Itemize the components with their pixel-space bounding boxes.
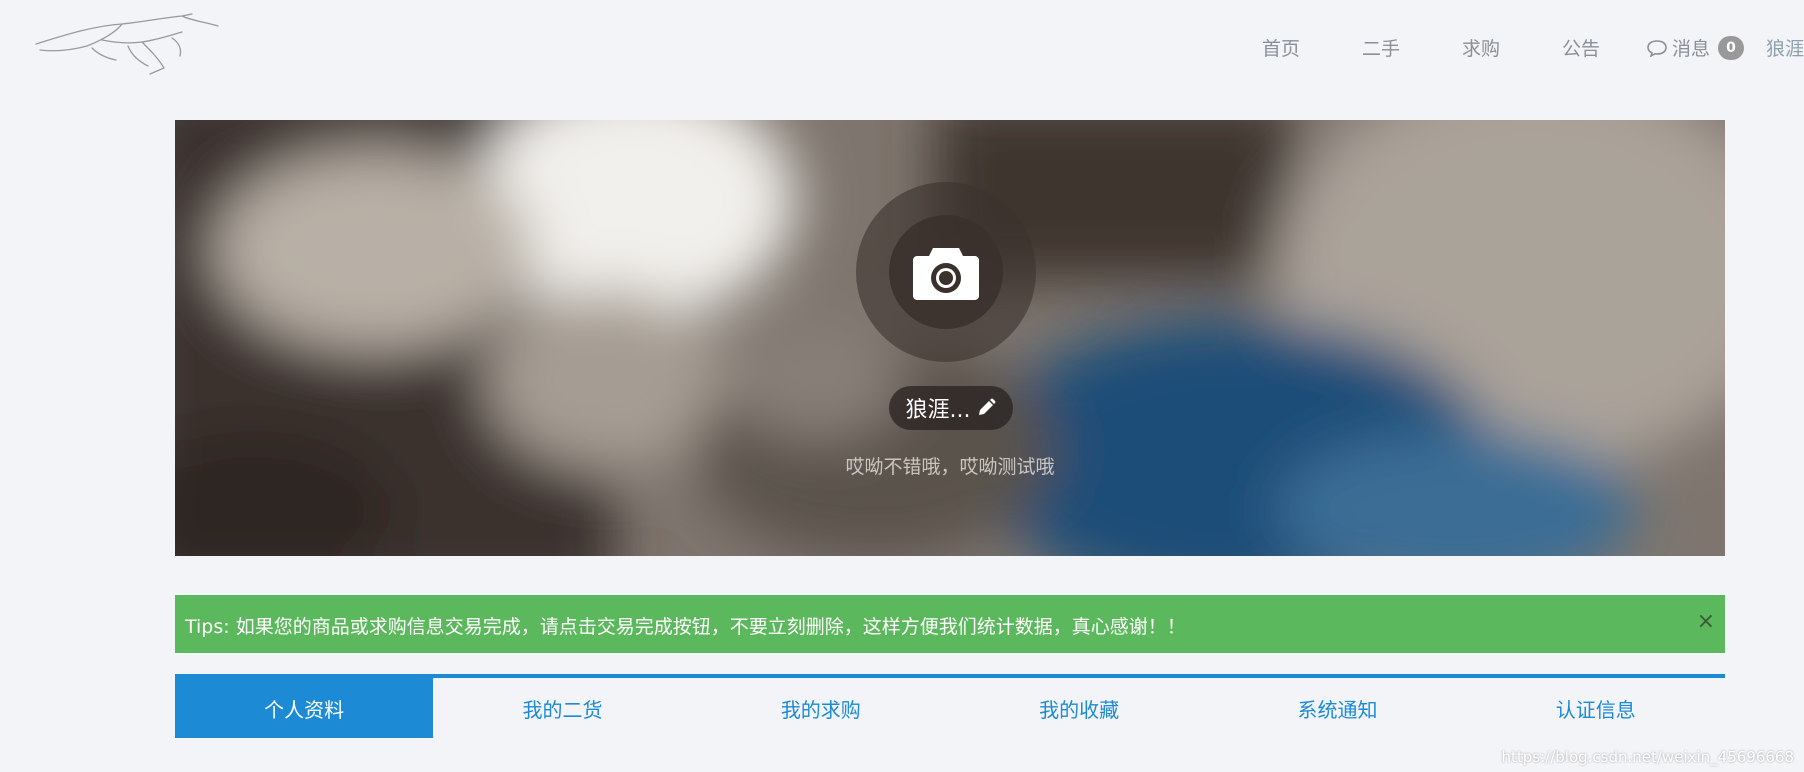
tab-profile[interactable]: 个人资料 xyxy=(175,678,434,738)
tab-my-items[interactable]: 我的二货 xyxy=(433,678,691,738)
messages-count-badge: 0 xyxy=(1718,35,1745,60)
profile-banner: 狼涯... 哎呦不错哦，哎呦测试哦 xyxy=(175,120,1725,556)
user-signature: 哎呦不错哦，哎呦测试哦 xyxy=(845,456,1055,478)
camera-icon xyxy=(913,248,979,300)
nav-wanted[interactable]: 求购 xyxy=(1462,34,1500,61)
nav-messages[interactable]: 消息 0 xyxy=(1646,34,1745,61)
avatar-upload-button[interactable] xyxy=(889,215,1003,329)
tab-system-notice[interactable]: 系统通知 xyxy=(1208,678,1466,738)
nav-announcement[interactable]: 公告 xyxy=(1562,34,1600,61)
pencil-icon xyxy=(979,398,996,415)
nav-second-hand[interactable]: 二手 xyxy=(1362,34,1400,61)
logo[interactable] xyxy=(32,12,222,82)
tab-my-favorites[interactable]: 我的收藏 xyxy=(950,678,1208,738)
watermark: https://blog.csdn.net/weixin_45696668 xyxy=(1501,748,1794,766)
tips-text: Tips: 如果您的商品或求购信息交易完成，请点击交易完成按钮，不要立刻删除，这… xyxy=(185,616,1186,638)
username: 狼涯... xyxy=(905,398,971,423)
profile-tabs: 个人资料 我的二货 我的求购 我的收藏 系统通知 认证信息 xyxy=(175,674,1725,738)
messages-label: 消息 xyxy=(1672,38,1711,60)
close-icon[interactable]: × xyxy=(1697,609,1715,634)
nav-home[interactable]: 首页 xyxy=(1262,34,1300,61)
nav-user[interactable]: 狼涯. xyxy=(1766,34,1804,61)
tab-my-wanted[interactable]: 我的求购 xyxy=(692,678,950,738)
tab-verification[interactable]: 认证信息 xyxy=(1467,678,1725,738)
tips-alert: Tips: 如果您的商品或求购信息交易完成，请点击交易完成按钮，不要立刻删除，这… xyxy=(175,595,1725,653)
chat-bubble-icon xyxy=(1647,39,1667,57)
username-edit[interactable]: 狼涯... xyxy=(889,386,1013,430)
